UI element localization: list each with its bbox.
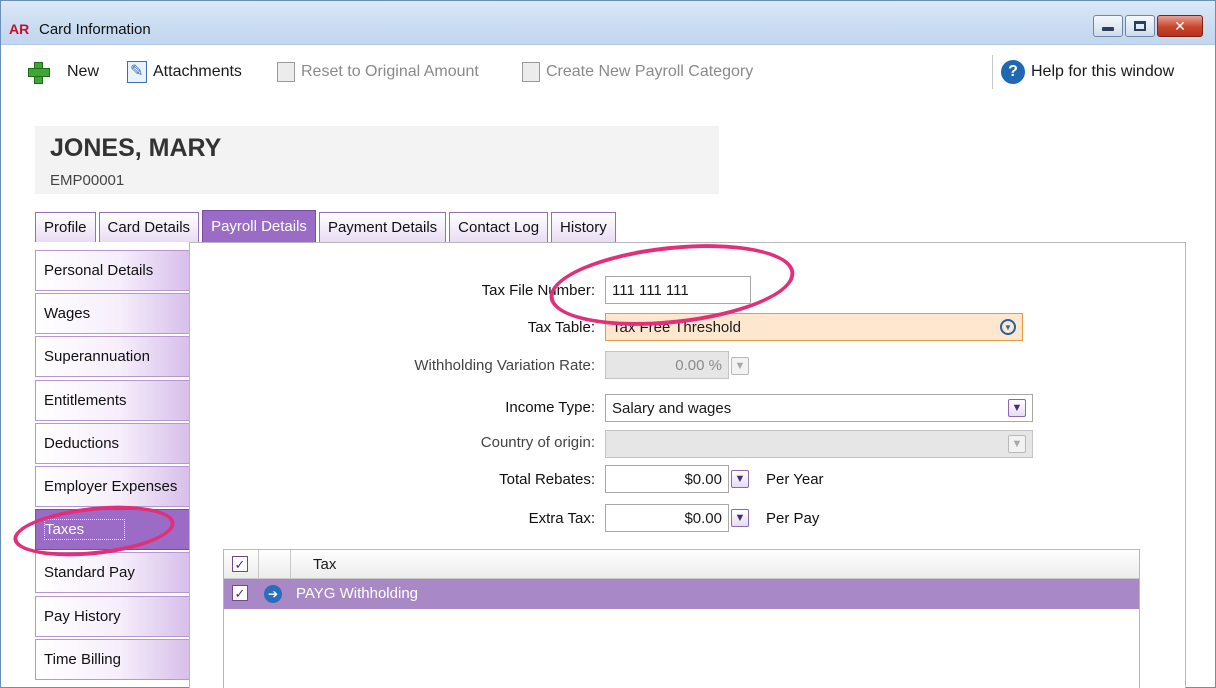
close-icon: ✕ xyxy=(1174,18,1186,34)
tab-profile[interactable]: Profile xyxy=(35,212,96,242)
nav-item-standard-pay[interactable]: Standard Pay xyxy=(35,552,189,594)
attachments-button-label: Attachments xyxy=(153,63,242,80)
nav-item-personal-details[interactable]: Personal Details xyxy=(35,250,189,291)
tab-bar: Profile Card Details Payroll Details Pay… xyxy=(35,210,619,242)
window-title: Card Information xyxy=(39,21,151,38)
new-button-label: New xyxy=(67,63,100,80)
close-button[interactable]: ✕ xyxy=(1157,15,1203,37)
total-rebates-label: Total Rebates: xyxy=(499,471,595,488)
employee-name: JONES, MARY xyxy=(50,134,222,162)
withholding-rate-label: Withholding Variation Rate: xyxy=(414,357,595,374)
table-row[interactable]: ✓ ➔ PAYG Withholding xyxy=(224,579,1139,609)
nav-item-wages[interactable]: Wages xyxy=(35,293,189,335)
maximize-icon xyxy=(1134,21,1146,31)
tab-contact-log[interactable]: Contact Log xyxy=(449,212,549,242)
column-divider xyxy=(290,550,291,579)
tax-grid: ✓ Tax ✓ ➔ PAYG Withholding xyxy=(223,549,1140,688)
column-divider xyxy=(258,550,259,579)
total-rebates-suffix: Per Year xyxy=(766,471,824,488)
nav-item-superannuation[interactable]: Superannuation xyxy=(35,336,189,378)
nav-item-deductions[interactable]: Deductions xyxy=(35,422,189,464)
plus-icon xyxy=(27,61,50,84)
income-type-select[interactable]: Salary and wages ▼ xyxy=(605,394,1033,422)
card-information-window: AR Card Information ✕ New Attachments Re… xyxy=(0,0,1216,688)
payroll-sidenav: Personal Details Wages Superannuation En… xyxy=(35,250,189,682)
toolbar: New Attachments Reset to Original Amount… xyxy=(1,47,1215,95)
select-all-checkbox-icon[interactable]: ✓ xyxy=(232,556,248,572)
nav-item-employer-expenses[interactable]: Employer Expenses xyxy=(35,465,189,507)
arrow-right-icon[interactable]: ➔ xyxy=(264,585,282,603)
tax-grid-header: ✓ Tax xyxy=(224,550,1139,579)
nav-item-entitlements[interactable]: Entitlements xyxy=(35,379,189,421)
reset-icon xyxy=(277,62,295,82)
minimize-icon xyxy=(1102,27,1114,31)
tab-card-details[interactable]: Card Details xyxy=(98,212,200,242)
tab-history[interactable]: History xyxy=(551,212,616,242)
tax-table-label: Tax Table: xyxy=(527,319,595,336)
reset-button[interactable]: Reset to Original Amount xyxy=(277,60,479,84)
attachments-button[interactable]: Attachments xyxy=(127,60,242,84)
toolbar-separator xyxy=(992,55,993,89)
title-bar: AR Card Information ✕ xyxy=(1,1,1215,45)
help-button-label: Help for this window xyxy=(1031,63,1175,80)
new-button[interactable]: New xyxy=(27,60,99,84)
country-dropdown-icon: ▼ xyxy=(1008,435,1026,453)
tab-payroll-details[interactable]: Payroll Details xyxy=(202,210,316,242)
employee-header: JONES, MARY EMP00001 xyxy=(35,126,719,194)
employee-id: EMP00001 xyxy=(50,172,125,189)
extra-tax-suffix: Per Pay xyxy=(766,510,820,527)
withholding-rate-dropdown-icon: ▼ xyxy=(731,357,749,375)
maximize-button[interactable] xyxy=(1125,15,1155,37)
tax-column-header: Tax xyxy=(313,556,337,573)
dropdown-icon[interactable]: ▼ xyxy=(1000,319,1016,335)
app-badge: AR xyxy=(9,21,30,37)
withholding-rate-input: 0.00 % xyxy=(605,351,729,379)
create-category-button[interactable]: Create New Payroll Category xyxy=(522,60,753,84)
extra-tax-dropdown-icon[interactable]: ▼ xyxy=(731,509,749,527)
total-rebates-dropdown-icon[interactable]: ▼ xyxy=(731,470,749,488)
extra-tax-input[interactable]: $0.00 xyxy=(605,504,729,532)
minimize-button[interactable] xyxy=(1093,15,1123,37)
tax-row-name: PAYG Withholding xyxy=(296,585,418,602)
help-button[interactable]: ? Help for this window xyxy=(1001,60,1174,84)
nav-item-time-billing[interactable]: Time Billing xyxy=(35,638,189,680)
total-rebates-input[interactable]: $0.00 xyxy=(605,465,729,493)
attachment-icon xyxy=(127,61,147,83)
country-label: Country of origin: xyxy=(480,434,595,451)
income-type-value: Salary and wages xyxy=(612,399,732,417)
window-controls: ✕ xyxy=(1093,15,1203,37)
create-category-label: Create New Payroll Category xyxy=(546,63,754,80)
app-logo-icon: AR xyxy=(9,21,29,37)
reset-button-label: Reset to Original Amount xyxy=(301,63,479,80)
row-checkbox-icon[interactable]: ✓ xyxy=(232,585,248,601)
income-type-label: Income Type: xyxy=(505,399,595,416)
nav-item-pay-history[interactable]: Pay History xyxy=(35,595,189,637)
country-select: ▼ xyxy=(605,430,1033,458)
extra-tax-label: Extra Tax: xyxy=(528,510,595,527)
tab-payment-details[interactable]: Payment Details xyxy=(318,212,447,242)
create-category-icon xyxy=(522,62,540,82)
help-icon: ? xyxy=(1001,60,1025,84)
income-type-dropdown-icon[interactable]: ▼ xyxy=(1008,399,1026,417)
